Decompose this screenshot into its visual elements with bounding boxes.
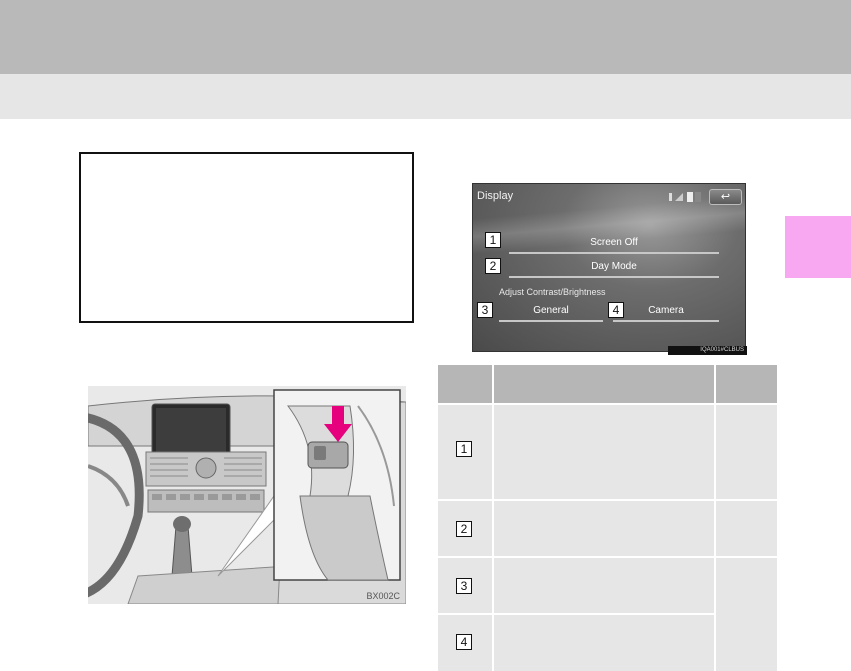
display-settings-screen: Display ↩ Screen Off Day Mode Adjust Con… <box>472 183 746 352</box>
table-row-group: 3 4 <box>438 558 777 671</box>
note-box <box>79 152 414 323</box>
callout-number-2: 2 <box>485 258 501 274</box>
callout-number-4: 4 <box>608 302 624 318</box>
signal-status-icon <box>669 192 701 202</box>
column-divider <box>492 405 494 499</box>
camera-label: Camera <box>648 305 684 316</box>
button-underline <box>613 320 719 322</box>
table-row: 1 <box>438 405 777 499</box>
column-divider <box>492 558 494 671</box>
column-divider <box>714 365 716 403</box>
button-underline <box>509 252 719 254</box>
camera-button[interactable]: Camera <box>613 304 719 322</box>
callout-number-1: 1 <box>485 232 501 248</box>
illustration-code: BX002C <box>366 591 400 601</box>
screen-off-label: Screen Off <box>590 237 638 248</box>
column-divider <box>714 558 716 671</box>
chapter-index-tab <box>785 216 851 278</box>
general-button[interactable]: General <box>499 304 603 322</box>
column-divider <box>714 405 716 499</box>
table-header-row <box>438 365 777 403</box>
day-mode-label: Day Mode <box>591 261 637 272</box>
button-underline <box>499 320 603 322</box>
table-row-number: 2 <box>456 521 472 537</box>
car-interior-illustration: BX002C <box>88 386 406 604</box>
table-row-number: 3 <box>456 578 472 594</box>
screen-off-button[interactable]: Screen Off <box>509 236 719 254</box>
general-label: General <box>533 305 569 316</box>
column-divider <box>492 501 494 556</box>
adjust-contrast-brightness-label: Adjust Contrast/Brightness <box>499 287 606 297</box>
page-header-bar <box>0 0 851 74</box>
column-divider <box>492 365 494 403</box>
page-subheader-bar <box>0 74 851 119</box>
callout-number-3: 3 <box>477 302 493 318</box>
back-button[interactable]: ↩ <box>709 189 742 205</box>
car-interior-drawing <box>88 389 406 604</box>
table-row: 2 <box>438 501 777 556</box>
table-row-number: 1 <box>456 441 472 457</box>
screen-title: Display <box>477 190 514 202</box>
column-divider <box>714 501 716 556</box>
row-divider <box>438 613 714 615</box>
button-underline <box>509 276 719 278</box>
day-mode-button[interactable]: Day Mode <box>509 260 719 278</box>
screen-image-code: IQA001#CLBUS <box>668 346 747 355</box>
table-row-number: 4 <box>456 634 472 650</box>
